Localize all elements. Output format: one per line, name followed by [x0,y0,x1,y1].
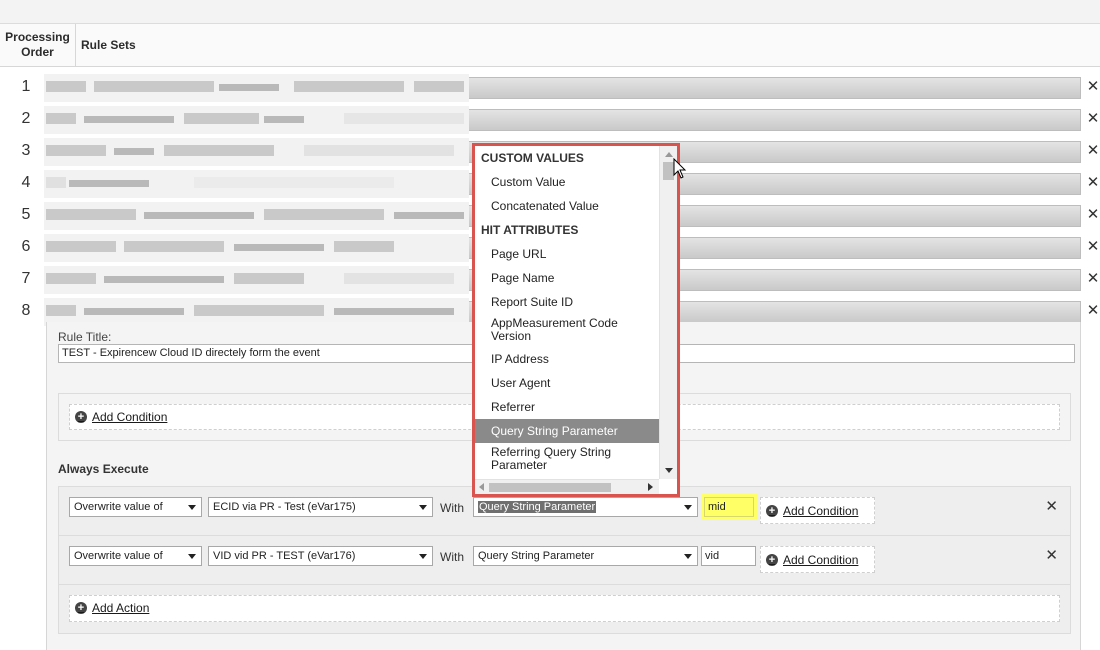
blurred-rule-name [44,74,469,102]
dropdown-option[interactable]: IP Address [475,347,659,371]
chevron-down-icon [188,505,196,510]
value-input[interactable]: mid [704,497,754,517]
scroll-thumb[interactable] [489,483,611,492]
rule-sets-header: Rule Sets [81,38,136,52]
chevron-down-icon [419,505,427,510]
source-select[interactable]: Query String Parameter [473,546,698,566]
dropdown-group-header: CUSTOM VALUES [481,151,584,165]
rule-row[interactable]: 2 ✕ [0,106,1100,134]
with-label: With [440,501,464,515]
source-value: Query String Parameter [478,550,595,562]
dropdown-option[interactable]: Query String Parameter [475,419,659,443]
plus-circle-icon: + [766,554,778,566]
dropdown-option[interactable]: Referrer [475,395,659,419]
scroll-left-arrow-icon[interactable] [479,483,484,491]
mouse-pointer-icon [673,158,687,179]
add-condition-button[interactable]: + Add Condition [75,410,167,424]
actions-section: Overwrite value of ECID via PR - Test (e… [58,486,1071,634]
remove-action-close-icon[interactable]: ✕ [1045,497,1058,515]
dropdown-option[interactable]: Referring Query String Parameter [475,443,659,476]
chevron-down-icon [419,554,427,559]
chevron-down-icon [684,505,692,510]
dropdown-option[interactable]: AppMeasurement Code Version [475,314,659,347]
blurred-rule-name [44,234,469,262]
source-value: Query String Parameter [478,501,597,513]
vertical-scrollbar[interactable] [659,146,677,479]
remove-rule-close-icon[interactable]: ✕ [1086,205,1100,225]
action-add-condition-button[interactable]: + Add Condition [766,553,858,567]
dropdown-option[interactable]: User Agent [475,371,659,395]
blurred-rule-name [44,202,469,230]
remove-rule-close-icon[interactable]: ✕ [1086,77,1100,97]
top-toolbar-strip [0,0,1100,24]
dropdown-options: CUSTOM VALUES Custom Value Concatenated Va… [475,146,659,479]
dropdown-option[interactable]: Page URL [475,242,659,266]
rule-title-label: Rule Title: [58,330,112,344]
action-add-condition-button[interactable]: + Add Condition [766,504,858,518]
operation-value: Overwrite value of [74,501,163,513]
remove-rule-close-icon[interactable]: ✕ [1086,301,1100,321]
remove-rule-close-icon[interactable]: ✕ [1086,141,1100,161]
remove-rule-close-icon[interactable]: ✕ [1086,173,1100,193]
variable-value: VID vid PR - TEST (eVar176) [213,550,356,562]
add-condition-label: Add Condition [783,504,859,518]
with-label: With [440,550,464,564]
processing-order-header-line1: Processing [5,30,70,44]
chevron-down-icon [188,554,196,559]
scroll-up-arrow-icon[interactable] [665,152,673,157]
dropdown-option[interactable]: Page Name [475,266,659,290]
add-action-area: + Add Action [69,595,1060,622]
dropdown-option[interactable]: Report Suite ID [475,290,659,314]
action-add-condition: + Add Condition [760,546,875,573]
table-header: Processing Order Rule Sets [0,24,1100,67]
always-execute-heading: Always Execute [58,462,149,476]
operation-value: Overwrite value of [74,550,163,562]
processing-order-header: Processing Order [0,24,76,67]
remove-action-close-icon[interactable]: ✕ [1045,546,1058,564]
scroll-down-arrow-icon[interactable] [665,468,673,473]
add-condition-label: Add Condition [92,410,168,424]
horizontal-scrollbar[interactable] [475,479,659,494]
action-add-condition: + Add Condition [760,497,875,524]
plus-circle-icon: + [75,411,87,423]
dropdown-option[interactable]: Concatenated Value [475,194,659,218]
rule-row[interactable]: 1 ✕ [0,74,1100,102]
scroll-right-arrow-icon[interactable] [648,483,653,491]
operation-select[interactable]: Overwrite value of [69,497,202,517]
processing-order-header-line2: Order [21,45,54,59]
remove-rule-close-icon[interactable]: ✕ [1086,237,1100,257]
source-select[interactable]: Query String Parameter [473,497,698,517]
plus-circle-icon: + [766,505,778,517]
blurred-rule-name [44,106,469,134]
blurred-rule-name [44,170,469,198]
variable-value: ECID via PR - Test (eVar175) [213,501,356,513]
operation-select[interactable]: Overwrite value of [69,546,202,566]
remove-rule-close-icon[interactable]: ✕ [1086,109,1100,129]
add-action-label: Add Action [92,601,150,615]
source-dropdown-list[interactable]: CUSTOM VALUES Custom Value Concatenated Va… [472,143,680,497]
blurred-rule-name [44,266,469,294]
variable-select[interactable]: VID vid PR - TEST (eVar176) [208,546,433,566]
add-condition-label: Add Condition [783,553,859,567]
add-action-button[interactable]: + Add Action [75,601,149,615]
chevron-down-icon [684,554,692,559]
remove-rule-close-icon[interactable]: ✕ [1086,269,1100,289]
dropdown-group-header: HIT ATTRIBUTES [481,223,579,237]
blurred-rule-name [44,138,469,166]
dropdown-option[interactable]: Custom Value [475,170,659,194]
variable-select[interactable]: ECID via PR - Test (eVar175) [208,497,433,517]
plus-circle-icon: + [75,602,87,614]
action-row: Overwrite value of VID vid PR - TEST (eV… [59,536,1070,585]
value-input[interactable]: vid [701,546,756,566]
